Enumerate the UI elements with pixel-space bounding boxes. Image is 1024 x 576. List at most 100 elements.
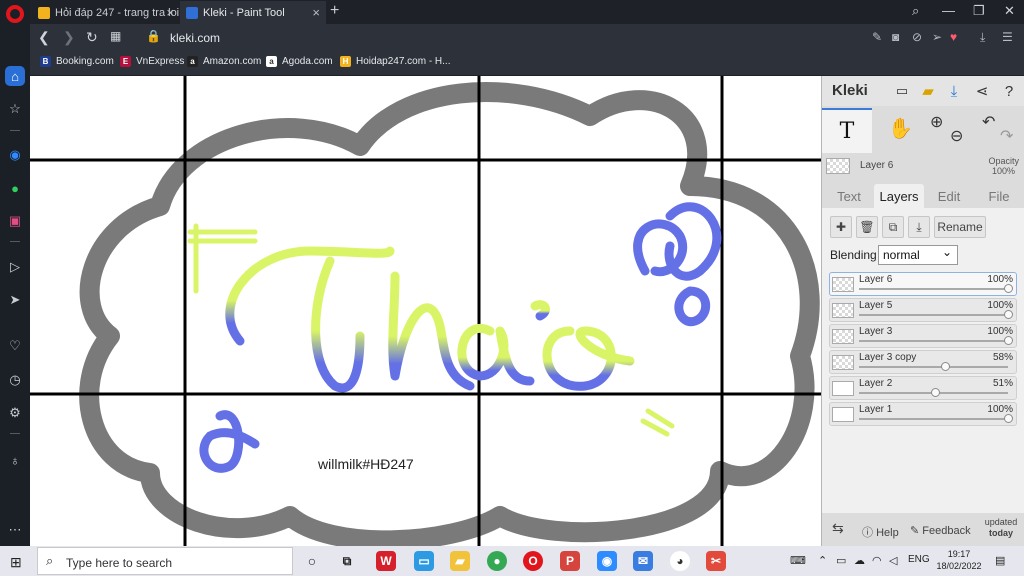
tab-hoidap[interactable]: Hỏi đáp 247 - trang tra loi ×	[32, 1, 180, 24]
chrome-icon[interactable]: ●	[487, 551, 507, 571]
restore-icon[interactable]: ❐	[973, 3, 985, 19]
search-tabs-icon[interactable]: ⌕	[912, 3, 919, 19]
tab-text[interactable]: Text	[828, 184, 870, 208]
history-icon[interactable]: ◷	[5, 370, 25, 390]
zoom-out-icon[interactable]: ⊖	[950, 126, 963, 146]
more-icon[interactable]: ⋯	[5, 520, 25, 540]
opacity-slider[interactable]	[859, 366, 1008, 368]
player-icon[interactable]: ▷	[5, 257, 25, 277]
ad-block-icon[interactable]: ⊘	[912, 30, 922, 44]
tray-expand-icon[interactable]: ⌃	[818, 554, 827, 567]
new-image-icon[interactable]: ▭	[892, 81, 912, 101]
help-icon[interactable]: ?	[999, 81, 1019, 101]
close-tab-icon[interactable]: ×	[312, 5, 320, 20]
back-icon[interactable]: ❮	[38, 29, 50, 46]
merge-down-button[interactable]: ⤓	[908, 216, 930, 238]
heart-icon[interactable]: ♡	[5, 336, 25, 356]
mail-app-icon[interactable]: ✉	[633, 551, 653, 571]
edit-icon[interactable]: ✎	[872, 30, 882, 44]
tabs-grid-icon[interactable]: ▦	[110, 29, 121, 43]
menu-icon[interactable]: ☰	[1002, 30, 1013, 44]
opacity-slider[interactable]	[859, 418, 1008, 420]
opacity-slider[interactable]	[859, 314, 1008, 316]
blending-select[interactable]: normal	[878, 243, 958, 265]
opera-icon[interactable]: O	[523, 551, 543, 571]
undo-icon[interactable]: ↶	[982, 112, 995, 132]
layer-row[interactable]: Layer 3 100%	[829, 324, 1017, 348]
whatsapp-icon[interactable]: ●	[5, 178, 25, 198]
help-button[interactable]: ⓘ Help	[862, 524, 899, 540]
zoom-app-icon[interactable]: ◉	[597, 551, 617, 571]
heart-fill-icon[interactable]: ♥	[950, 30, 957, 44]
camera-icon[interactable]: ◙	[892, 30, 899, 44]
updated-badge[interactable]: updated today	[982, 517, 1020, 539]
file-explorer-icon[interactable]: ▰	[450, 551, 470, 571]
zoom-in-icon[interactable]: ⊕	[930, 112, 943, 132]
laptop-app-icon[interactable]: ▭	[414, 551, 434, 571]
tab-file[interactable]: File	[977, 184, 1021, 208]
rename-button[interactable]: Rename	[934, 216, 986, 238]
tab-kleki[interactable]: Kleki - Paint Tool ×	[180, 1, 326, 24]
battery-icon[interactable]: ▭	[836, 554, 846, 567]
new-tab-icon[interactable]: +	[330, 2, 339, 20]
add-layer-button[interactable]: ✚	[830, 216, 852, 238]
save-download-icon[interactable]: ⤓	[944, 81, 964, 101]
task-view-icon[interactable]: ⧉	[337, 551, 357, 571]
wifi-icon[interactable]: ◠	[872, 554, 882, 567]
delete-layer-button[interactable]: 🗑	[856, 216, 878, 238]
hand-tool-icon[interactable]: ✋	[888, 116, 913, 141]
lightbulb-icon[interactable]: ♁	[5, 450, 25, 470]
opera-logo-icon[interactable]	[6, 5, 24, 23]
paint-app-icon[interactable]: ✂	[706, 551, 726, 571]
taskbar-search[interactable]: ⌕ Type here to search	[37, 547, 293, 575]
layer-row[interactable]: Layer 6 100%	[829, 272, 1017, 296]
share-arrow-icon[interactable]: ➢	[932, 30, 942, 44]
tab-edit[interactable]: Edit	[928, 184, 970, 208]
text-tool-button[interactable]: T	[822, 108, 872, 153]
download-icon[interactable]: ⤓	[980, 30, 985, 45]
clock[interactable]: 19:17 18/02/2022	[935, 548, 983, 572]
bookmark-hoidap[interactable]: H Hoidap247.com - H...	[340, 56, 451, 67]
cloud-icon[interactable]: ☁	[854, 554, 865, 567]
layer-row[interactable]: Layer 2 51%	[829, 376, 1017, 400]
wps-icon[interactable]: W	[376, 551, 396, 571]
layer-row[interactable]: Layer 1 100%	[829, 402, 1017, 426]
layer-row[interactable]: Layer 5 100%	[829, 298, 1017, 322]
opacity-slider-knob[interactable]	[1004, 414, 1013, 423]
color-app-icon[interactable]: ◕	[670, 551, 690, 571]
messenger-icon[interactable]: ◉	[5, 145, 25, 165]
opacity-slider[interactable]	[859, 340, 1008, 342]
bookmark-agoda[interactable]: a Agoda.com	[266, 56, 333, 67]
url-field[interactable]: kleki.com	[170, 31, 220, 45]
reload-icon[interactable]: ↻	[86, 29, 98, 46]
keyboard-icon[interactable]: ⌨	[790, 554, 806, 567]
home-icon[interactable]: ⌂	[5, 66, 25, 86]
pdf-app-icon[interactable]: P	[560, 551, 580, 571]
swap-icon[interactable]: ⇆	[832, 520, 844, 537]
send-icon[interactable]: ➤	[5, 290, 25, 310]
speed-dial-icon[interactable]: ☆	[5, 99, 25, 119]
cortana-icon[interactable]: ○	[302, 551, 322, 571]
bookmark-vnexpress[interactable]: E VnExpress	[120, 56, 184, 67]
windows-start-icon[interactable]: ⊞	[10, 554, 22, 571]
open-folder-icon[interactable]: ▰	[918, 81, 938, 101]
duplicate-layer-button[interactable]: ⧉	[882, 216, 904, 238]
bookmark-booking[interactable]: B Booking.com	[40, 56, 114, 67]
instagram-icon[interactable]: ▣	[5, 211, 25, 231]
share-icon[interactable]: ⋖	[972, 81, 992, 101]
opacity-slider-knob[interactable]	[930, 388, 940, 397]
notifications-icon[interactable]: ▤	[995, 554, 1005, 567]
feedback-button[interactable]: ✎ Feedback	[910, 524, 971, 537]
opacity-slider-knob[interactable]	[1004, 310, 1013, 319]
close-window-icon[interactable]: ✕	[1004, 3, 1015, 19]
bookmark-amazon[interactable]: a Amazon.com	[187, 56, 261, 67]
forward-icon[interactable]: ❯	[63, 29, 75, 46]
opacity-slider[interactable]	[859, 288, 1008, 290]
language-indicator[interactable]: ENG	[908, 554, 930, 565]
opacity-slider-knob[interactable]	[1004, 284, 1013, 293]
redo-icon[interactable]: ↷	[1000, 126, 1013, 146]
tab-layers[interactable]: Layers	[874, 184, 924, 208]
close-tab-icon[interactable]: ×	[166, 5, 174, 20]
minimize-icon[interactable]: —	[942, 3, 955, 18]
layer-row[interactable]: Layer 3 copy 58%	[829, 350, 1017, 374]
